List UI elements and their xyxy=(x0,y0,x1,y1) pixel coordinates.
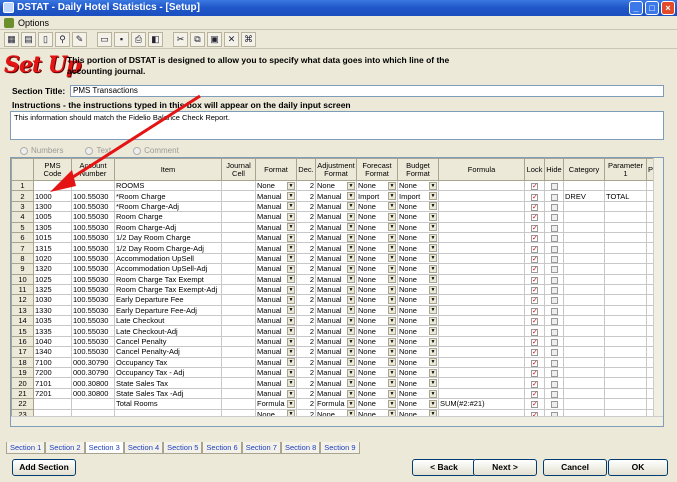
red-arrow-annotation xyxy=(50,94,201,192)
